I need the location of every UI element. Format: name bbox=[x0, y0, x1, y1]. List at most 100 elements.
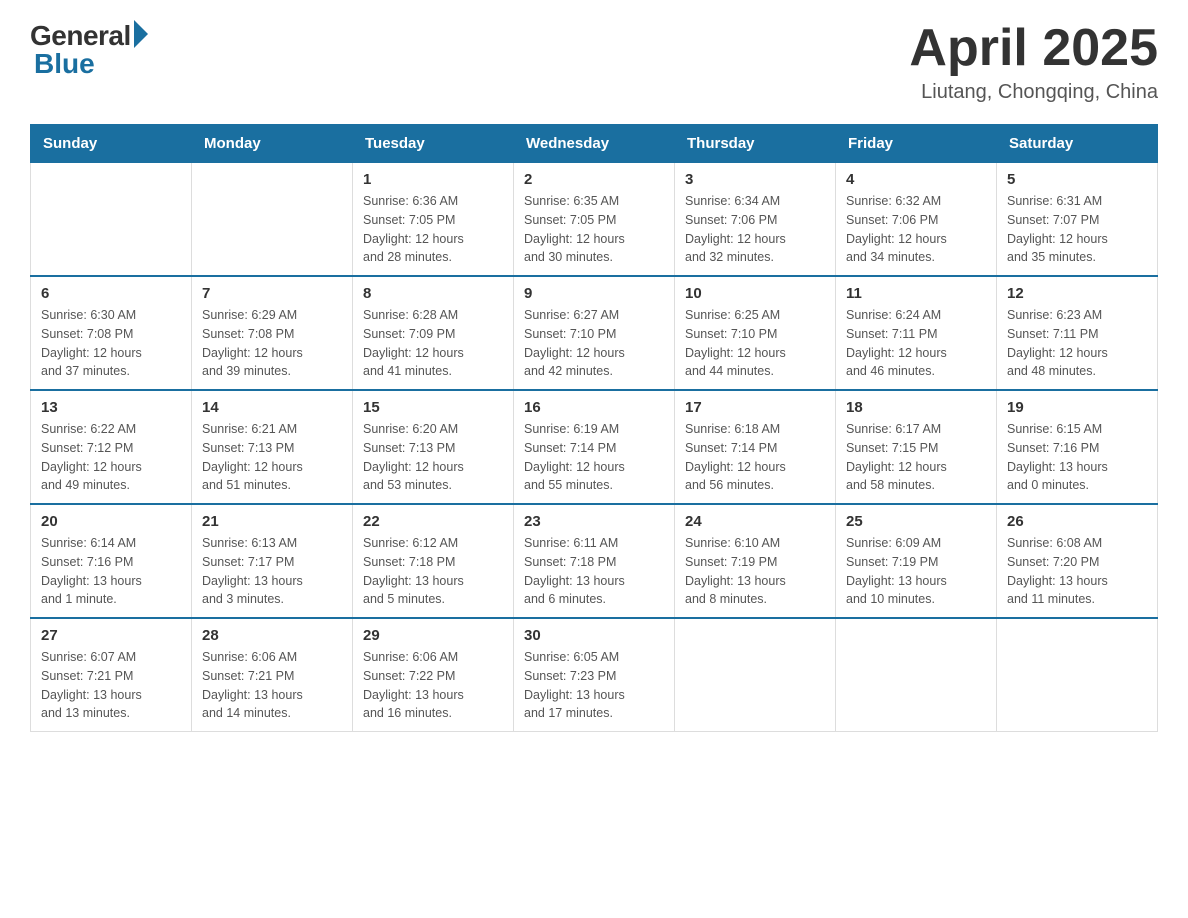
day-info: Sunrise: 6:09 AMSunset: 7:19 PMDaylight:… bbox=[846, 534, 986, 609]
day-info: Sunrise: 6:30 AMSunset: 7:08 PMDaylight:… bbox=[41, 306, 181, 381]
day-number: 8 bbox=[363, 285, 503, 302]
weekday-header-saturday: Saturday bbox=[997, 125, 1158, 163]
page-header: General Blue April 2025 Liutang, Chongqi… bbox=[30, 20, 1158, 104]
day-info: Sunrise: 6:06 AMSunset: 7:22 PMDaylight:… bbox=[363, 648, 503, 723]
day-number: 6 bbox=[41, 285, 181, 302]
day-info: Sunrise: 6:34 AMSunset: 7:06 PMDaylight:… bbox=[685, 192, 825, 267]
day-number: 16 bbox=[524, 399, 664, 416]
day-info: Sunrise: 6:20 AMSunset: 7:13 PMDaylight:… bbox=[363, 420, 503, 495]
day-info: Sunrise: 6:29 AMSunset: 7:08 PMDaylight:… bbox=[202, 306, 342, 381]
day-info: Sunrise: 6:32 AMSunset: 7:06 PMDaylight:… bbox=[846, 192, 986, 267]
calendar-cell: 27 Sunrise: 6:07 AMSunset: 7:21 PMDayligh… bbox=[31, 618, 192, 732]
weekday-header-thursday: Thursday bbox=[675, 125, 836, 163]
day-number: 26 bbox=[1007, 513, 1147, 530]
logo-arrow-icon bbox=[134, 20, 148, 48]
day-number: 28 bbox=[202, 627, 342, 644]
day-info: Sunrise: 6:24 AMSunset: 7:11 PMDaylight:… bbox=[846, 306, 986, 381]
calendar-cell: 24 Sunrise: 6:10 AMSunset: 7:19 PMDayligh… bbox=[675, 504, 836, 618]
day-number: 7 bbox=[202, 285, 342, 302]
calendar-week-row: 27 Sunrise: 6:07 AMSunset: 7:21 PMDayligh… bbox=[31, 618, 1158, 732]
day-info: Sunrise: 6:14 AMSunset: 7:16 PMDaylight:… bbox=[41, 534, 181, 609]
calendar-cell bbox=[675, 618, 836, 732]
calendar-cell: 25 Sunrise: 6:09 AMSunset: 7:19 PMDayligh… bbox=[836, 504, 997, 618]
calendar-week-row: 6 Sunrise: 6:30 AMSunset: 7:08 PMDaylight… bbox=[31, 276, 1158, 390]
title-section: April 2025 Liutang, Chongqing, China bbox=[909, 20, 1158, 104]
day-info: Sunrise: 6:13 AMSunset: 7:17 PMDaylight:… bbox=[202, 534, 342, 609]
calendar-week-row: 20 Sunrise: 6:14 AMSunset: 7:16 PMDayligh… bbox=[31, 504, 1158, 618]
calendar-cell: 20 Sunrise: 6:14 AMSunset: 7:16 PMDayligh… bbox=[31, 504, 192, 618]
day-info: Sunrise: 6:07 AMSunset: 7:21 PMDaylight:… bbox=[41, 648, 181, 723]
day-info: Sunrise: 6:23 AMSunset: 7:11 PMDaylight:… bbox=[1007, 306, 1147, 381]
calendar-cell: 23Sunrise: 6:11 AMSunset: 7:18 PMDayligh… bbox=[514, 504, 675, 618]
month-title: April 2025 bbox=[909, 20, 1158, 77]
calendar-cell: 6 Sunrise: 6:30 AMSunset: 7:08 PMDaylight… bbox=[31, 276, 192, 390]
day-info: Sunrise: 6:31 AMSunset: 7:07 PMDaylight:… bbox=[1007, 192, 1147, 267]
calendar-cell bbox=[836, 618, 997, 732]
calendar-cell: 12 Sunrise: 6:23 AMSunset: 7:11 PMDayligh… bbox=[997, 276, 1158, 390]
day-info: Sunrise: 6:10 AMSunset: 7:19 PMDaylight:… bbox=[685, 534, 825, 609]
weekday-header-tuesday: Tuesday bbox=[353, 125, 514, 163]
day-number: 10 bbox=[685, 285, 825, 302]
calendar-week-row: 1 Sunrise: 6:36 AMSunset: 7:05 PMDaylight… bbox=[31, 163, 1158, 277]
calendar-cell: 1 Sunrise: 6:36 AMSunset: 7:05 PMDaylight… bbox=[353, 163, 514, 277]
weekday-header-friday: Friday bbox=[836, 125, 997, 163]
day-info: Sunrise: 6:28 AMSunset: 7:09 PMDaylight:… bbox=[363, 306, 503, 381]
day-number: 11 bbox=[846, 285, 986, 302]
calendar-cell: 4 Sunrise: 6:32 AMSunset: 7:06 PMDaylight… bbox=[836, 163, 997, 277]
day-number: 4 bbox=[846, 171, 986, 188]
calendar-cell: 7 Sunrise: 6:29 AMSunset: 7:08 PMDaylight… bbox=[192, 276, 353, 390]
day-number: 29 bbox=[363, 627, 503, 644]
logo: General Blue bbox=[30, 20, 148, 80]
day-info: Sunrise: 6:27 AMSunset: 7:10 PMDaylight:… bbox=[524, 306, 664, 381]
day-number: 24 bbox=[685, 513, 825, 530]
day-info: Sunrise: 6:19 AMSunset: 7:14 PMDaylight:… bbox=[524, 420, 664, 495]
day-number: 12 bbox=[1007, 285, 1147, 302]
weekday-header-monday: Monday bbox=[192, 125, 353, 163]
day-number: 13 bbox=[41, 399, 181, 416]
day-number: 15 bbox=[363, 399, 503, 416]
day-number: 27 bbox=[41, 627, 181, 644]
day-number: 18 bbox=[846, 399, 986, 416]
calendar-week-row: 13 Sunrise: 6:22 AMSunset: 7:12 PMDayligh… bbox=[31, 390, 1158, 504]
day-number: 1 bbox=[363, 171, 503, 188]
calendar-cell: 29 Sunrise: 6:06 AMSunset: 7:22 PMDayligh… bbox=[353, 618, 514, 732]
day-info: Sunrise: 6:21 AMSunset: 7:13 PMDaylight:… bbox=[202, 420, 342, 495]
day-number: 22 bbox=[363, 513, 503, 530]
day-number: 23 bbox=[524, 513, 664, 530]
calendar-cell: 28Sunrise: 6:06 AMSunset: 7:21 PMDayligh… bbox=[192, 618, 353, 732]
calendar-header-row: SundayMondayTuesdayWednesdayThursdayFrid… bbox=[31, 125, 1158, 163]
calendar-cell: 10 Sunrise: 6:25 AMSunset: 7:10 PMDayligh… bbox=[675, 276, 836, 390]
day-info: Sunrise: 6:15 AMSunset: 7:16 PMDaylight:… bbox=[1007, 420, 1147, 495]
calendar-cell: 26 Sunrise: 6:08 AMSunset: 7:20 PMDayligh… bbox=[997, 504, 1158, 618]
calendar-table: SundayMondayTuesdayWednesdayThursdayFrid… bbox=[30, 124, 1158, 732]
calendar-cell: 30Sunrise: 6:05 AMSunset: 7:23 PMDayligh… bbox=[514, 618, 675, 732]
calendar-cell: 9 Sunrise: 6:27 AMSunset: 7:10 PMDaylight… bbox=[514, 276, 675, 390]
calendar-cell: 16 Sunrise: 6:19 AMSunset: 7:14 PMDayligh… bbox=[514, 390, 675, 504]
day-number: 9 bbox=[524, 285, 664, 302]
day-number: 5 bbox=[1007, 171, 1147, 188]
weekday-header-sunday: Sunday bbox=[31, 125, 192, 163]
day-number: 2 bbox=[524, 171, 664, 188]
calendar-cell: 22Sunrise: 6:12 AMSunset: 7:18 PMDayligh… bbox=[353, 504, 514, 618]
day-info: Sunrise: 6:25 AMSunset: 7:10 PMDaylight:… bbox=[685, 306, 825, 381]
day-info: Sunrise: 6:08 AMSunset: 7:20 PMDaylight:… bbox=[1007, 534, 1147, 609]
day-number: 19 bbox=[1007, 399, 1147, 416]
calendar-cell: 5 Sunrise: 6:31 AMSunset: 7:07 PMDaylight… bbox=[997, 163, 1158, 277]
day-info: Sunrise: 6:36 AMSunset: 7:05 PMDaylight:… bbox=[363, 192, 503, 267]
calendar-cell: 3Sunrise: 6:34 AMSunset: 7:06 PMDaylight… bbox=[675, 163, 836, 277]
calendar-cell: 19 Sunrise: 6:15 AMSunset: 7:16 PMDayligh… bbox=[997, 390, 1158, 504]
day-info: Sunrise: 6:18 AMSunset: 7:14 PMDaylight:… bbox=[685, 420, 825, 495]
calendar-cell bbox=[31, 163, 192, 277]
calendar-cell: 17 Sunrise: 6:18 AMSunset: 7:14 PMDayligh… bbox=[675, 390, 836, 504]
day-info: Sunrise: 6:35 AMSunset: 7:05 PMDaylight:… bbox=[524, 192, 664, 267]
day-number: 25 bbox=[846, 513, 986, 530]
calendar-cell: 8 Sunrise: 6:28 AMSunset: 7:09 PMDaylight… bbox=[353, 276, 514, 390]
day-number: 21 bbox=[202, 513, 342, 530]
calendar-cell: 13 Sunrise: 6:22 AMSunset: 7:12 PMDayligh… bbox=[31, 390, 192, 504]
day-info: Sunrise: 6:22 AMSunset: 7:12 PMDaylight:… bbox=[41, 420, 181, 495]
day-number: 17 bbox=[685, 399, 825, 416]
calendar-cell: 14Sunrise: 6:21 AMSunset: 7:13 PMDayligh… bbox=[192, 390, 353, 504]
day-number: 20 bbox=[41, 513, 181, 530]
weekday-header-wednesday: Wednesday bbox=[514, 125, 675, 163]
calendar-cell bbox=[192, 163, 353, 277]
